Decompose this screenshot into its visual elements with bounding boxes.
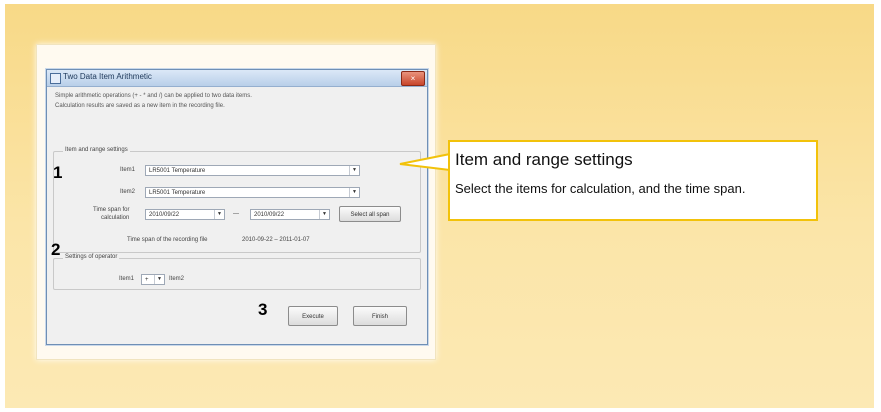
callout-body: Select the items for calculation, and th… (455, 181, 746, 196)
callout-title: Item and range settings (455, 150, 633, 169)
callout-box: Item and range settings Select the items… (448, 140, 818, 221)
callout-seam (450, 155, 453, 169)
callout-arrow (399, 152, 451, 172)
